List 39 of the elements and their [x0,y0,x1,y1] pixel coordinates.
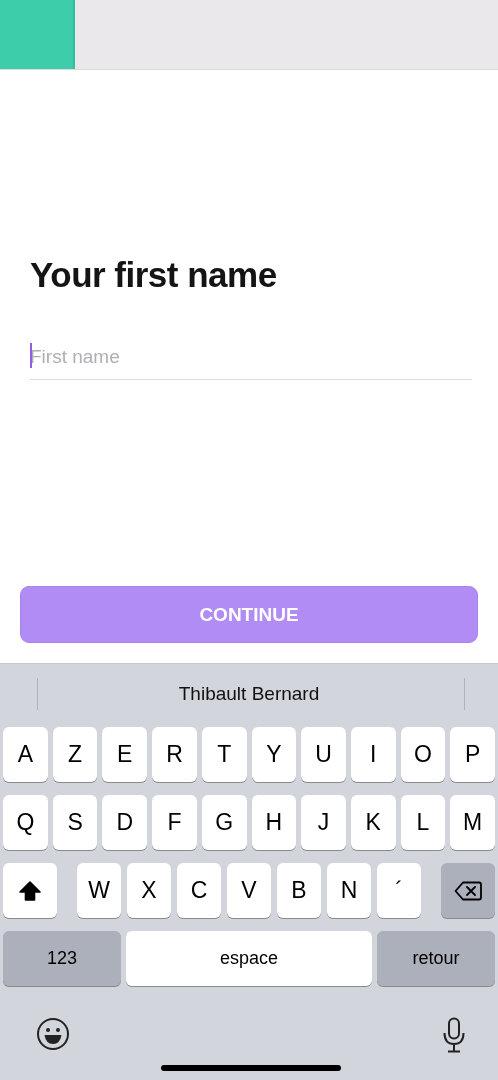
letter-key[interactable]: K [350,795,396,850]
numbers-key[interactable]: 123 [3,931,121,986]
letter-key[interactable]: ´ [377,863,421,918]
letter-key[interactable]: X [127,863,171,918]
page-title: Your first name [30,254,278,296]
return-key[interactable]: retour [377,931,495,986]
letter-key[interactable]: U [301,727,346,782]
letter-key[interactable]: S [52,795,98,850]
letter-key[interactable]: R [152,727,197,782]
letter-key[interactable]: Z [52,727,98,782]
letter-key[interactable]: V [227,863,271,918]
letter-key[interactable]: Q [3,795,48,850]
letter-key[interactable]: Y [251,727,297,782]
letter-key[interactable]: G [201,795,247,850]
shift-icon [19,880,41,901]
backspace-icon [454,880,482,901]
letter-key[interactable]: D [102,795,148,850]
letter-key[interactable]: I [350,727,396,782]
shift-key[interactable] [3,863,57,918]
letter-key[interactable]: P [450,727,496,782]
letter-key[interactable]: A [3,727,48,782]
letter-key[interactable]: N [327,863,371,918]
space-key[interactable]: espace [126,931,372,986]
letter-key[interactable]: H [251,795,297,850]
letter-key[interactable]: C [177,863,221,918]
emoji-icon[interactable] [36,1017,70,1051]
letter-key[interactable]: L [400,795,446,850]
letter-key[interactable]: M [450,795,496,850]
delete-key[interactable] [441,863,495,918]
letter-key[interactable]: B [277,863,321,918]
letter-key[interactable]: E [102,727,148,782]
input-field[interactable]: First name [30,335,472,380]
microphone-icon[interactable] [442,1017,466,1053]
letter-key[interactable]: O [400,727,446,782]
letter-key[interactable]: F [152,795,197,850]
letter-key[interactable]: W [77,863,121,918]
letter-key[interactable]: T [201,727,247,782]
suggestion-text[interactable]: Thibault Bernard [178,682,320,705]
letter-key[interactable]: J [301,795,346,850]
